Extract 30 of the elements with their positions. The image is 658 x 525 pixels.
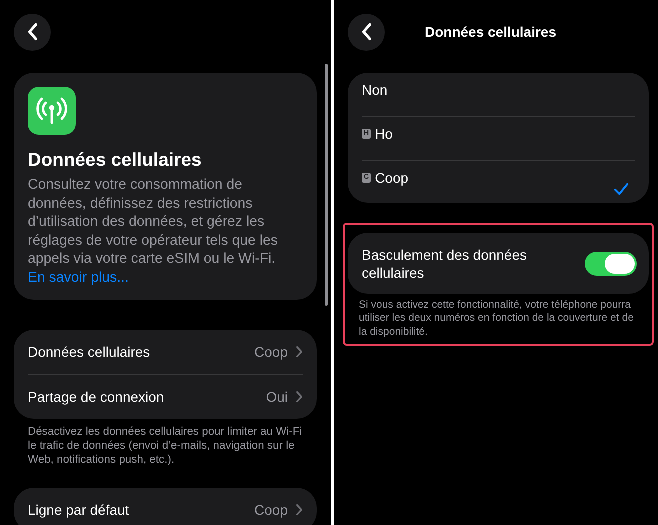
settings-row[interactable]: Données cellulaires Coop [28, 330, 303, 374]
settings-row[interactable]: Partage de connexion Oui [28, 374, 303, 419]
page-title: Données cellulaires [425, 24, 557, 40]
row-value: Oui [266, 388, 288, 405]
chevron-right-icon [296, 346, 303, 358]
chevron-right-icon [296, 504, 303, 516]
chevron-left-icon [361, 23, 372, 41]
chevron-left-icon [27, 23, 38, 41]
row-value: Coop [254, 502, 288, 518]
footnote: Si vous activez cette fonctionnalité, votre téléphone pourra utiliser les deux numéros en fonction de la couverture et de la disponibilité. [359, 299, 635, 340]
checkmark-icon [614, 183, 629, 196]
row-label: Données cellulaires [28, 344, 152, 360]
option-label: Ho [375, 126, 393, 142]
toggle-switch[interactable] [585, 252, 637, 276]
header-title: Données cellulaires [28, 149, 203, 171]
antenna-icon [28, 87, 76, 135]
row-label: Partage de connexion [28, 388, 166, 405]
option-row[interactable]: Non [362, 73, 635, 116]
row-label: Ligne par défaut [28, 502, 130, 518]
switch-label: Basculement des données cellulaires [362, 246, 528, 282]
footnote: Désactivez les données cellulaires pour limiter au Wi-Fi le trafic de données (envoi d’e-mails, navigation sur le Web, notifications push, etc.). [28, 424, 303, 468]
option-label: Coop [375, 170, 409, 186]
chevron-right-icon [296, 390, 303, 403]
learn-more-link[interactable]: En savoir plus... [28, 270, 129, 286]
settings-row[interactable]: Ligne par défaut Coop [28, 488, 303, 525]
row-value: Coop [254, 344, 288, 360]
header-description: Consultez votre consommation de données, définissez des restrictions d’utilisation des données, et gérez les réglages de votre opérateur tels que les appels via votre carte eSIM ou le Wi-Fi. En savoir plus... [28, 176, 280, 288]
option-label: Non [362, 82, 388, 98]
back-button[interactable] [14, 14, 51, 50]
back-button[interactable] [348, 14, 385, 50]
